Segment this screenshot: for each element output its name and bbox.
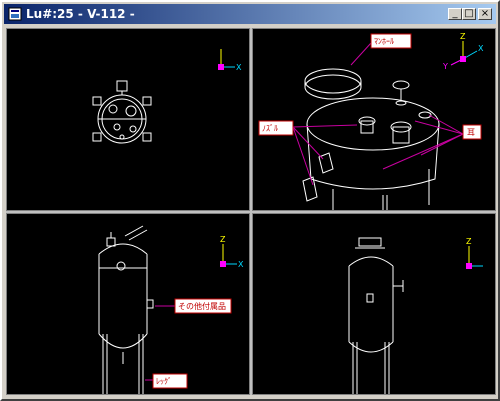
axis-triad-iso: Z X Y [442, 32, 484, 71]
cad-window: Lu#:25 - V-112 - _ □ × X ﾏﾝﾎｰﾙ ﾉｽﾞﾙ 耳 Z … [0, 0, 500, 401]
label-nozzle-box: ﾉｽﾞﾙ [258, 120, 294, 136]
label-ear: 耳 [467, 128, 475, 137]
label-other: その他付属品 [178, 301, 226, 311]
window-title: Lu#:25 - V-112 - [26, 7, 135, 21]
maximize-button[interactable]: □ [462, 8, 476, 20]
vessel-side-view [348, 237, 404, 394]
viewport-side[interactable]: Z [252, 213, 496, 395]
viewport-front[interactable]: その他付属品 ﾚｯｸﾞ Z X [6, 213, 250, 395]
axis-triad-front: Z X [220, 235, 244, 269]
viewport-iso[interactable]: ﾏﾝﾎｰﾙ ﾉｽﾞﾙ 耳 Z X Y [252, 28, 496, 211]
close-button[interactable]: × [478, 8, 492, 20]
label-other-box: その他付属品 [174, 298, 232, 314]
label-manhole: ﾏﾝﾎｰﾙ [374, 37, 394, 46]
axis-z-label: Z [220, 235, 226, 244]
vessel-iso-view [302, 68, 440, 210]
axis-triad-side: Z [466, 237, 483, 269]
label-nozzle: ﾉｽﾞﾙ [262, 124, 278, 133]
minimize-button[interactable]: _ [448, 8, 462, 20]
label-legs: ﾚｯｸﾞ [156, 377, 172, 386]
axis-x-label: X [478, 44, 484, 53]
axis-y-label: Y [442, 62, 448, 71]
axis-x-label: X [236, 63, 242, 72]
label-ear-box: 耳 [462, 124, 482, 140]
vessel-top-view [92, 80, 152, 144]
viewport-top[interactable]: X [6, 28, 250, 211]
axis-z-label: Z [460, 32, 466, 41]
callout-arrows-iso [292, 42, 464, 186]
axis-z-label: Z [466, 237, 472, 246]
app-icon [8, 7, 22, 21]
viewport-area: X ﾏﾝﾎｰﾙ ﾉｽﾞﾙ 耳 Z X Y その他付属品 ﾚｯｸﾞ Z X Z [6, 28, 496, 395]
axis-triad-top: X [218, 49, 242, 72]
axis-x-label: X [238, 260, 244, 269]
title-bar[interactable]: Lu#:25 - V-112 - _ □ × [4, 4, 496, 24]
vessel-front-view [98, 225, 154, 394]
label-manhole-box: ﾏﾝﾎｰﾙ [370, 33, 412, 49]
label-legs-box: ﾚｯｸﾞ [152, 373, 188, 389]
